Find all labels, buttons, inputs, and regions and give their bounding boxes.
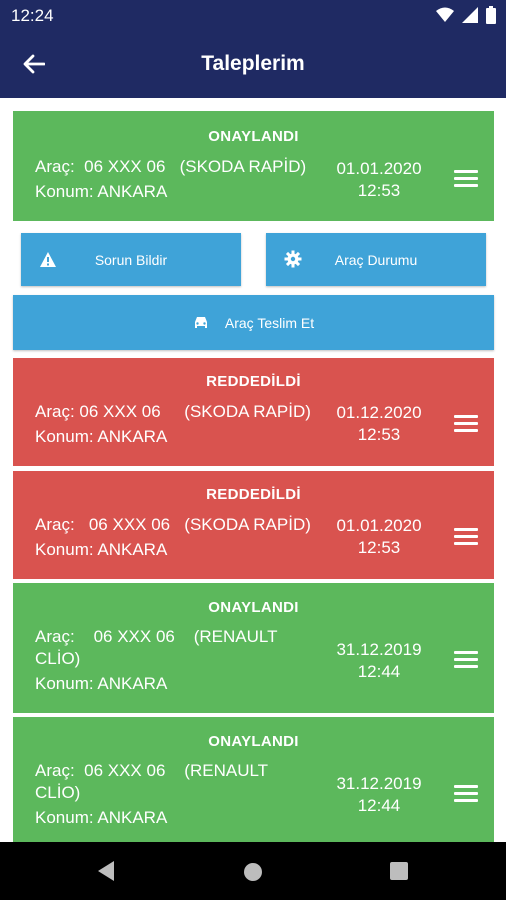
- request-list[interactable]: ONAYLANDI Araç: 06 XXX 06 (SKODA RAPİD) …: [0, 98, 506, 842]
- status-bar: 12:24: [0, 0, 506, 30]
- app-bar: Taleplerim: [0, 30, 506, 98]
- request-date: 01.01.2020: [336, 159, 422, 178]
- nav-home-button[interactable]: [243, 862, 263, 887]
- request-location: Konum: ANKARA: [35, 427, 168, 446]
- warning-icon: [40, 252, 56, 267]
- request-date: 31.12.2019: [336, 640, 422, 659]
- request-date: 01.01.2020: [336, 516, 422, 535]
- vehicle-status-button[interactable]: Araç Durumu: [266, 233, 486, 286]
- deliver-vehicle-label: Araç Teslim Et: [224, 314, 315, 331]
- request-status: ONAYLANDI: [208, 599, 299, 616]
- request-location: Konum: ANKARA: [35, 182, 168, 201]
- signal-icon: [462, 7, 478, 23]
- request-location: Konum: ANKARA: [35, 808, 168, 827]
- deliver-vehicle-button[interactable]: Araç Teslim Et: [13, 295, 494, 350]
- request-time: 12:53: [357, 425, 401, 444]
- request-card[interactable]: ONAYLANDI Araç: 06 XXX 06 (RENAULT CLİO)…: [13, 717, 494, 842]
- request-status: ONAYLANDI: [208, 128, 299, 145]
- request-status: REDDEDİLDİ: [206, 486, 301, 503]
- request-card[interactable]: ONAYLANDI Araç: 06 XXX 06 (RENAULT CLİO)…: [13, 583, 494, 713]
- menu-icon[interactable]: [454, 528, 480, 548]
- status-time: 12:24: [11, 6, 54, 25]
- status-icons: [436, 6, 496, 24]
- request-location: Konum: ANKARA: [35, 540, 168, 559]
- request-date: 01.12.2020: [336, 403, 422, 422]
- circle-home-icon: [244, 863, 262, 881]
- request-vehicle: Araç: 06 XXX 06 (RENAULT CLİO): [35, 627, 278, 668]
- request-time: 12:44: [357, 662, 401, 681]
- request-status: REDDEDİLDİ: [206, 373, 301, 390]
- menu-icon[interactable]: [454, 170, 480, 190]
- deliver-vehicle-content: Araç Teslim Et: [193, 315, 314, 331]
- nav-back-button[interactable]: [96, 860, 116, 887]
- request-time: 12:44: [357, 796, 401, 815]
- request-status: ONAYLANDI: [208, 733, 299, 750]
- report-problem-label: Sorun Bildir: [94, 251, 168, 268]
- square-recents-icon: [390, 862, 408, 880]
- nav-recents-button[interactable]: [390, 862, 408, 885]
- request-vehicle: Araç: 06 XXX 06 (RENAULT CLİO): [35, 761, 269, 802]
- request-location: Konum: ANKARA: [35, 674, 168, 693]
- request-time: 12:53: [357, 538, 401, 557]
- vehicle-status-label: Araç Durumu: [334, 251, 418, 268]
- gear-icon: [284, 250, 302, 268]
- request-vehicle: Araç: 06 XXX 06 (SKODA RAPİD): [35, 515, 311, 534]
- menu-icon[interactable]: [454, 651, 480, 671]
- request-card[interactable]: ONAYLANDI Araç: 06 XXX 06 (SKODA RAPİD) …: [13, 111, 494, 221]
- wifi-icon: [436, 7, 454, 22]
- page-title: Taleplerim: [201, 52, 305, 75]
- battery-icon: [486, 6, 496, 24]
- triangle-back-icon: [98, 861, 114, 881]
- request-vehicle: Araç: 06 XXX 06 (SKODA RAPİD): [35, 157, 307, 176]
- request-time: 12:53: [357, 181, 401, 200]
- menu-icon[interactable]: [454, 415, 480, 435]
- report-problem-button[interactable]: Sorun Bildir: [21, 233, 241, 286]
- request-card[interactable]: REDDEDİLDİ Araç: 06 XXX 06 (SKODA RAPİD)…: [13, 358, 494, 466]
- menu-icon[interactable]: [454, 785, 480, 805]
- request-vehicle: Araç: 06 XXX 06 (SKODA RAPİD): [35, 402, 311, 421]
- request-date: 31.12.2019: [336, 774, 422, 793]
- request-card[interactable]: REDDEDİLDİ Araç: 06 XXX 06 (SKODA RAPİD)…: [13, 471, 494, 579]
- car-icon: [194, 316, 207, 328]
- system-nav-bar: [0, 842, 506, 900]
